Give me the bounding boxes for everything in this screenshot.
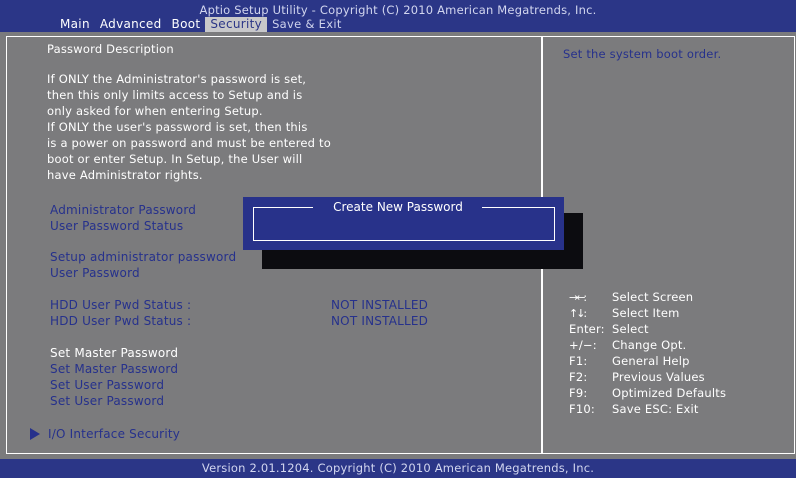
help-text: Set the system boot order. — [563, 47, 722, 61]
up-down-arrows-icon: ↑↓: — [569, 307, 587, 320]
key-hint: F10: Save ESC: Exit — [569, 402, 699, 418]
dialog-frame-line — [253, 207, 313, 208]
tab-boot[interactable]: Boot — [167, 17, 206, 32]
user-password-item[interactable]: User Password — [50, 266, 140, 281]
set-user-password-item[interactable]: Set User Password — [50, 394, 164, 409]
hdd-status-value: NOT INSTALLED — [331, 314, 429, 328]
key-hint-key: +/−: — [569, 338, 597, 352]
left-right-arrows-icon: →←: — [569, 291, 587, 304]
key-hint-key: F2: — [569, 370, 588, 384]
tab-save-exit[interactable]: Save & Exit — [267, 17, 347, 32]
key-hint-key: Enter: — [569, 322, 605, 336]
bios-screen: Aptio Setup Utility - Copyright (C) 2010… — [0, 0, 796, 478]
description-line: have Administrator rights. — [47, 168, 203, 182]
key-hint: +/−: Change Opt. — [569, 338, 686, 354]
description-heading: Password Description — [47, 42, 174, 56]
key-hint: F1: General Help — [569, 354, 690, 370]
key-hint-key: F10: — [569, 402, 595, 416]
dialog-title: Create New Password — [333, 200, 463, 214]
description-line: boot or enter Setup. In Setup, the User … — [47, 152, 303, 166]
key-hint: ↑↓: Select Item — [569, 306, 680, 322]
key-hint: Enter: Select — [569, 322, 649, 338]
dialog-frame-line — [482, 207, 555, 208]
description-line: only asked for when entering Setup. — [47, 104, 263, 118]
key-hint-desc: Select — [612, 322, 649, 336]
description-line: If ONLY the user's password is set, then… — [47, 120, 308, 134]
io-interface-security-item[interactable]: I/O Interface Security — [48, 427, 180, 442]
set-master-password-item[interactable]: Set Master Password — [50, 362, 178, 377]
key-hint: F2: Previous Values — [569, 370, 705, 386]
setup-admin-password-item[interactable]: Setup administrator password — [50, 250, 236, 265]
hdd-status-label: HDD User Pwd Status : — [50, 314, 192, 328]
set-master-password-item[interactable]: Set Master Password — [50, 346, 178, 361]
admin-password-label: Administrator Password — [50, 203, 197, 217]
tab-main[interactable]: Main — [55, 17, 95, 32]
key-hint-desc: Previous Values — [612, 370, 705, 384]
key-hint-desc: Save ESC: Exit — [612, 402, 699, 416]
key-hint-desc: Select Item — [612, 306, 680, 320]
submenu-arrow-icon — [30, 428, 40, 440]
title-bar: Aptio Setup Utility - Copyright (C) 2010… — [0, 0, 796, 32]
key-hint: F9: Optimized Defaults — [569, 386, 726, 402]
menu-bar: Main Advanced Boot Security Save & Exit — [55, 17, 347, 32]
hdd-status-label: HDD User Pwd Status : — [50, 298, 192, 312]
key-hint-desc: Change Opt. — [612, 338, 687, 352]
hdd-status-value: NOT INSTALLED — [331, 298, 429, 312]
user-password-status-label: User Password Status — [50, 219, 184, 233]
set-user-password-item[interactable]: Set User Password — [50, 378, 164, 393]
key-hint-desc: Optimized Defaults — [612, 386, 727, 400]
tab-security[interactable]: Security — [205, 17, 268, 32]
description-line: is a power on password and must be enter… — [47, 136, 331, 150]
key-hint: →←: Select Screen — [569, 290, 693, 306]
app-title: Aptio Setup Utility - Copyright (C) 2010… — [199, 3, 597, 17]
key-hint-key: F1: — [569, 354, 588, 368]
version-footer: Version 2.01.1204. Copyright (C) 2010 Am… — [0, 459, 796, 478]
key-hint-desc: Select Screen — [612, 290, 694, 304]
description-line: then this only limits access to Setup an… — [47, 88, 303, 102]
tab-advanced[interactable]: Advanced — [95, 17, 167, 32]
key-hint-key: F9: — [569, 386, 588, 400]
description-line: If ONLY the Administrator's password is … — [47, 72, 307, 86]
key-hint-desc: General Help — [612, 354, 690, 368]
